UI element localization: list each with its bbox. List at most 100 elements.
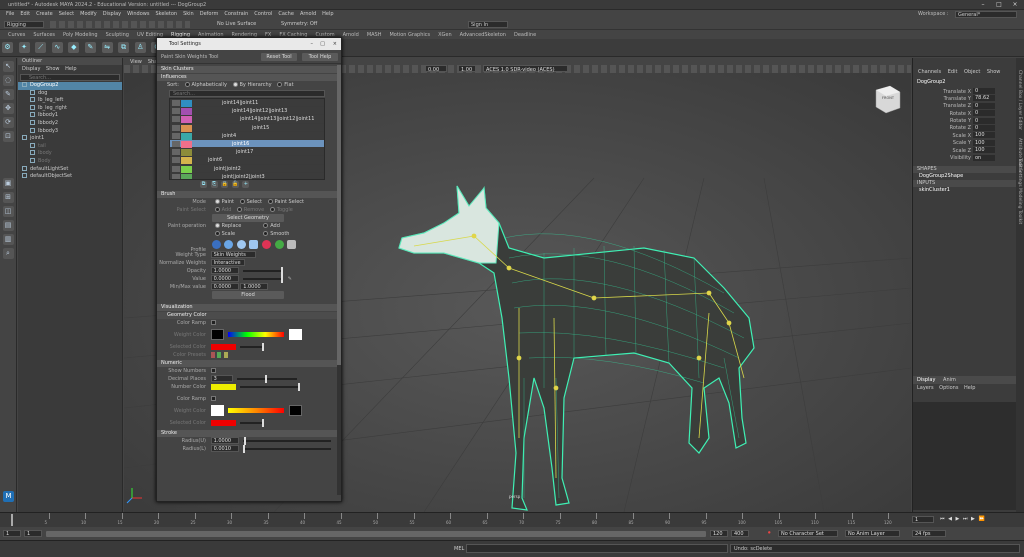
mirror-weights-icon[interactable]: ⇋ <box>101 42 113 53</box>
sort-alpha-radio[interactable] <box>184 82 190 87</box>
outliner-menu-show[interactable]: Show <box>46 66 60 72</box>
radius-l-slider[interactable] <box>243 444 332 453</box>
max-field[interactable]: 1.0000 <box>240 283 269 290</box>
influence-row[interactable]: joint14|joint13|joint12|joint11 <box>170 115 324 124</box>
influence-color-swatch[interactable] <box>181 116 192 124</box>
preset-swatch-3[interactable] <box>223 351 228 358</box>
side-tab-channelbox[interactable]: Channel Box / Layer Editor <box>1017 70 1022 130</box>
op-add-radio[interactable] <box>263 223 269 228</box>
ts-minimize-icon[interactable]: – <box>311 38 314 50</box>
profile-soft-icon[interactable] <box>224 240 234 249</box>
mode-paintselect-radio[interactable] <box>267 199 273 204</box>
op-smooth-radio[interactable] <box>263 231 269 236</box>
menu-constrain[interactable]: Constrain <box>224 10 248 19</box>
influence-row[interactable]: joint16 <box>170 139 324 149</box>
ps-add-radio[interactable] <box>214 207 220 212</box>
outliner-item[interactable]: lbbody2 <box>18 119 122 128</box>
number-color-slider[interactable] <box>240 382 301 391</box>
humanik-icon[interactable]: ♙ <box>134 42 146 53</box>
ik-spline-icon[interactable]: ∿ <box>51 42 63 53</box>
cb-menu-object[interactable]: Object <box>964 69 980 75</box>
visualization-section[interactable]: Visualization <box>157 304 337 311</box>
tool-settings-scrollbar[interactable] <box>337 65 341 495</box>
shelf-tab-12[interactable]: MASH <box>367 31 382 39</box>
shelf-tab-13[interactable]: Motion Graphics <box>389 31 430 39</box>
cb-attribute-row[interactable]: Scale Z 100 <box>913 147 1024 154</box>
persp-graph-icon[interactable]: ▤ <box>2 220 14 231</box>
ps-remove-radio[interactable] <box>236 207 242 212</box>
rotate-tool-icon[interactable]: ⟳ <box>2 117 14 128</box>
show-numbers-checkbox[interactable] <box>210 368 216 373</box>
radius-u-field[interactable]: 1.0000 <box>210 437 239 444</box>
tool-settings-titlebar[interactable]: Tool Settings – □ × <box>157 38 341 50</box>
outliner-item[interactable]: defaultLightSet <box>18 165 122 174</box>
opacity-slider[interactable] <box>243 266 284 275</box>
preset-swatch-2[interactable] <box>217 351 222 358</box>
unlock-influence-icon[interactable]: 🔓 <box>231 181 239 188</box>
joint-tool-icon[interactable]: ✦ <box>18 42 30 53</box>
influence-row[interactable]: joint15 <box>170 124 324 132</box>
ts-close-icon[interactable]: × <box>333 38 337 50</box>
decimal-places-slider[interactable] <box>237 374 298 383</box>
influence-search[interactable]: Search... <box>169 90 325 97</box>
cb-attribute-value[interactable]: 0 <box>973 102 995 109</box>
shelf-tab-3[interactable]: Sculpting <box>106 31 129 39</box>
selected-color-swatch[interactable] <box>210 343 236 350</box>
four-view-icon[interactable]: ⊞ <box>2 192 14 203</box>
layer-tab-anim[interactable]: Anim <box>943 377 956 383</box>
outliner-item[interactable]: lb_leg_right <box>18 104 122 113</box>
cb-attribute-row[interactable]: Rotate Y0 <box>913 117 1024 125</box>
profile-ramp-icon[interactable] <box>261 240 271 249</box>
weight-color-black-swatch[interactable] <box>210 329 224 340</box>
workspace-dropdown[interactable]: General* <box>955 11 1017 18</box>
symmetry-label[interactable]: Symmetry: Off <box>281 21 317 28</box>
numeric-selected-color-slider[interactable] <box>240 418 265 427</box>
numeric-color-ramp-checkbox[interactable] <box>210 396 216 401</box>
menu-control[interactable]: Control <box>254 10 272 19</box>
char-set-dropdown[interactable]: No Character Set <box>778 530 838 537</box>
persp-outliner-icon[interactable]: ▥ <box>2 234 14 245</box>
cb-attribute-value[interactable]: on <box>973 154 995 161</box>
search-icon[interactable]: ⌕ <box>2 248 14 259</box>
outliner-item[interactable]: lbbody1 <box>18 112 122 120</box>
cb-menu-channels[interactable]: Channels <box>918 69 941 75</box>
color-ramp-checkbox[interactable] <box>210 320 216 325</box>
value-slider[interactable] <box>243 274 284 283</box>
cb-attribute-value[interactable]: 0 <box>973 124 995 131</box>
preset-swatch-1[interactable] <box>210 351 215 358</box>
menu-file[interactable]: File <box>6 10 14 19</box>
outliner-item[interactable]: lbbody3 <box>18 127 122 136</box>
outliner-item[interactable]: joint1 <box>18 135 122 143</box>
profile-folder-icon[interactable] <box>287 240 297 249</box>
influence-lock-icon[interactable] <box>172 108 180 115</box>
current-time-marker[interactable] <box>11 514 13 526</box>
weight-color-ramp[interactable] <box>228 332 285 337</box>
side-tab-toolsettings[interactable]: Tool Settings <box>1017 158 1022 187</box>
influence-row[interactable]: joint14|joint12|joint13 <box>170 107 324 116</box>
profile-color-icon[interactable] <box>274 240 284 249</box>
shelf-tab-1[interactable]: Surfaces <box>33 31 55 39</box>
select-geometry-button[interactable]: Select Geometry <box>212 214 284 222</box>
influence-row[interactable]: joint|joint2 <box>170 165 324 173</box>
layer-menu-options[interactable]: Options <box>939 385 958 391</box>
influence-color-swatch[interactable] <box>181 157 192 165</box>
brush-section[interactable]: Brush <box>157 191 337 198</box>
mel-label[interactable]: MEL <box>454 546 464 552</box>
normalize-dropdown[interactable]: Interactive <box>210 259 245 266</box>
menu-arnold[interactable]: Arnold <box>300 10 316 19</box>
profile-gaussian-icon[interactable] <box>211 240 221 249</box>
outliner-item[interactable]: Body <box>18 157 122 166</box>
cb-input-name[interactable]: skinCluster1 <box>913 187 1024 194</box>
cb-attribute-row[interactable]: Translate Z0 <box>913 102 1024 110</box>
decimal-places-field[interactable]: 3 <box>210 375 233 382</box>
cb-attribute-value[interactable]: 0 <box>973 110 995 117</box>
mode-select-radio[interactable] <box>239 199 245 204</box>
range-end-field[interactable]: 400 <box>731 530 749 537</box>
menu-modify[interactable]: Modify <box>80 10 97 19</box>
op-replace-radio[interactable] <box>214 223 220 228</box>
paint-weights-icon[interactable]: ✎ <box>84 42 96 53</box>
layer-menu-layers[interactable]: Layers <box>917 385 934 391</box>
shelf-gear-icon[interactable]: ⚙ <box>2 42 13 53</box>
bind-skin-icon[interactable]: ◆ <box>68 42 80 53</box>
influence-lock-icon[interactable] <box>172 165 180 172</box>
